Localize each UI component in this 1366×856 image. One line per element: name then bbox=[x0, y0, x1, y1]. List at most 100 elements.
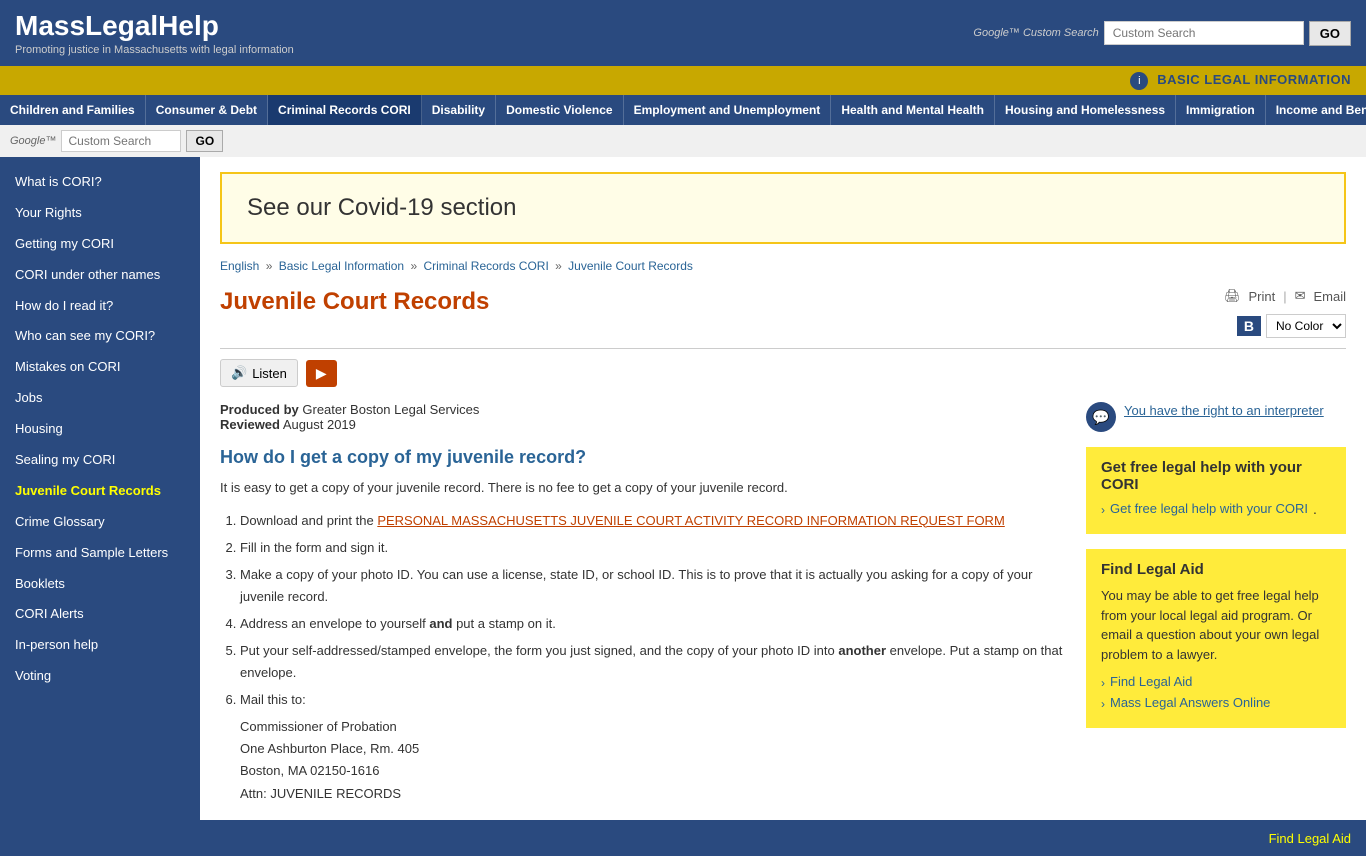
find-legal-aid-arrow: › bbox=[1101, 676, 1105, 690]
nav-item-employment-unemployment[interactable]: Employment and Unemployment bbox=[624, 95, 832, 125]
breadcrumb-sep-3: » bbox=[552, 259, 565, 273]
section-heading: How do I get a copy of my juvenile recor… bbox=[220, 447, 1066, 468]
print-link[interactable]: Print bbox=[1248, 289, 1275, 304]
sub-search-input[interactable] bbox=[61, 130, 181, 152]
mail-line3: Boston, MA 02150-1616 bbox=[240, 763, 380, 778]
sidebar-item-what-is-cori[interactable]: What is CORI? bbox=[0, 167, 200, 198]
free-help-link-text: Get free legal help with your CORI bbox=[1110, 501, 1308, 516]
covid-banner-text: See our Covid-19 section bbox=[247, 194, 1319, 222]
sidebar-item-in-person-help[interactable]: In-person help bbox=[0, 630, 200, 661]
nav-item-immigration[interactable]: Immigration bbox=[1176, 95, 1266, 125]
mass-legal-link[interactable]: Mass Legal Answers Online bbox=[1110, 695, 1270, 710]
find-legal-aid-text: You may be able to get free legal help f… bbox=[1101, 586, 1331, 664]
find-legal-aid-link[interactable]: Find Legal Aid bbox=[1110, 674, 1192, 689]
sidebar-item-housing[interactable]: Housing bbox=[0, 414, 200, 445]
interpreter-box: 💬 You have the right to an interpreter bbox=[1086, 402, 1346, 432]
step-2: Fill in the form and sign it. bbox=[240, 537, 1066, 559]
bold-button[interactable]: B bbox=[1237, 316, 1261, 336]
nav-item-criminal-records-cori[interactable]: Criminal Records CORI bbox=[268, 95, 422, 125]
sidebar-item-cori-other-names[interactable]: CORI under other names bbox=[0, 260, 200, 291]
sub-search-button[interactable]: GO bbox=[186, 130, 223, 152]
email-icon: ✉ bbox=[1295, 288, 1306, 304]
breadcrumb-item-2[interactable]: Criminal Records CORI bbox=[423, 259, 548, 273]
sub-google-label: Google™ bbox=[10, 135, 56, 147]
nav-item-disability[interactable]: Disability bbox=[422, 95, 496, 125]
sidebar-item-who-can-see[interactable]: Who can see my CORI? bbox=[0, 321, 200, 352]
sidebar-item-how-read-it[interactable]: How do I read it? bbox=[0, 291, 200, 322]
sidebar-item-juvenile-court-records[interactable]: Juvenile Court Records bbox=[0, 476, 200, 507]
color-select[interactable]: No Color Yellow Blue Green bbox=[1266, 314, 1346, 338]
request-form-link[interactable]: PERSONAL MASSACHUSETTS JUVENILE COURT AC… bbox=[377, 513, 1004, 528]
sidebar-item-forms-sample-letters[interactable]: Forms and Sample Letters bbox=[0, 538, 200, 569]
bli-link[interactable]: BASIC LEGAL INFORMATION bbox=[1157, 72, 1351, 87]
nav-item-domestic-violence[interactable]: Domestic Violence bbox=[496, 95, 624, 125]
mail-line1: Commissioner of Probation bbox=[240, 719, 397, 734]
mail-address: Commissioner of Probation One Ashburton … bbox=[240, 716, 1066, 804]
nav-item-housing-homelessness[interactable]: Housing and Homelessness bbox=[995, 95, 1176, 125]
free-help-arrow: › bbox=[1101, 503, 1105, 517]
main-content: See our Covid-19 section English » Basic… bbox=[200, 157, 1366, 820]
listen-button[interactable]: 🔊 Listen bbox=[220, 359, 298, 387]
breadcrumb-item-0[interactable]: English bbox=[220, 259, 259, 273]
produced-by-value: Greater Boston Legal Services bbox=[302, 402, 479, 417]
sidebar-item-booklets[interactable]: Booklets bbox=[0, 569, 200, 600]
sidebar-item-sealing-my-cori[interactable]: Sealing my CORI bbox=[0, 445, 200, 476]
interpreter-icon: 💬 bbox=[1086, 402, 1116, 432]
nav-item-health-mental-health[interactable]: Health and Mental Health bbox=[831, 95, 995, 125]
free-help-link[interactable]: Get free legal help with your CORI bbox=[1110, 501, 1308, 516]
nav-item-income-benefits[interactable]: Income and Benefits bbox=[1266, 95, 1366, 125]
header-search-input[interactable] bbox=[1104, 21, 1304, 45]
sidebar: What is CORI?Your RightsGetting my CORIC… bbox=[0, 157, 200, 820]
speaker-icon: 🔊 bbox=[231, 365, 247, 381]
footer-find-legal-aid[interactable]: Find Legal Aid bbox=[1269, 831, 1351, 846]
breadcrumb-sep-2: » bbox=[407, 259, 420, 273]
play-button[interactable]: ▶ bbox=[306, 360, 337, 387]
main-nav: Children and FamiliesConsumer & DebtCrim… bbox=[0, 95, 1366, 125]
free-help-link-item: › Get free legal help with your CORI . bbox=[1101, 501, 1331, 517]
interpreter-link[interactable]: You have the right to an interpreter bbox=[1124, 402, 1324, 420]
mass-legal-arrow: › bbox=[1101, 697, 1105, 711]
free-help-title: Get free legal help with your CORI bbox=[1101, 459, 1331, 493]
nav-item-children-families[interactable]: Children and Families bbox=[0, 95, 146, 125]
google-label: Google™ Custom Search bbox=[973, 27, 1098, 39]
email-link[interactable]: Email bbox=[1313, 289, 1346, 304]
content-area: Produced by Greater Boston Legal Service… bbox=[220, 402, 1346, 805]
free-help-box: Get free legal help with your CORI › Get… bbox=[1086, 447, 1346, 534]
step-5: Put your self-addressed/stamped envelope… bbox=[240, 640, 1066, 684]
sub-search-bar: Google™ GO bbox=[0, 125, 1366, 157]
breadcrumb-item-3[interactable]: Juvenile Court Records bbox=[568, 259, 693, 273]
sidebar-item-your-rights[interactable]: Your Rights bbox=[0, 198, 200, 229]
divider bbox=[220, 348, 1346, 349]
sidebar-item-crime-glossary[interactable]: Crime Glossary bbox=[0, 507, 200, 538]
reviewed-value: August 2019 bbox=[283, 417, 356, 432]
site-footer: Find Legal Aid bbox=[0, 820, 1366, 856]
title-actions: 🖨 Print | ✉ Email B No Color Yellow Blue… bbox=[1224, 288, 1346, 338]
steps-list: Download and print the PERSONAL MASSACHU… bbox=[240, 510, 1066, 712]
find-legal-aid-title: Find Legal Aid bbox=[1101, 561, 1331, 578]
page-title: Juvenile Court Records bbox=[220, 288, 489, 316]
sidebar-item-jobs[interactable]: Jobs bbox=[0, 383, 200, 414]
find-legal-aid-link-item: › Find Legal Aid bbox=[1101, 674, 1331, 690]
sidebar-item-cori-alerts[interactable]: CORI Alerts bbox=[0, 599, 200, 630]
site-title[interactable]: MassLegalHelp bbox=[15, 10, 294, 42]
sidebar-item-voting[interactable]: Voting bbox=[0, 661, 200, 692]
reviewed-label: Reviewed bbox=[220, 417, 280, 432]
separator: | bbox=[1283, 289, 1286, 304]
listen-label: Listen bbox=[252, 366, 287, 381]
sidebar-item-getting-my-cori[interactable]: Getting my CORI bbox=[0, 229, 200, 260]
logo-area: MassLegalHelp Promoting justice in Massa… bbox=[15, 10, 294, 56]
nav-item-consumer-debt[interactable]: Consumer & Debt bbox=[146, 95, 268, 125]
header-search-button[interactable]: GO bbox=[1309, 21, 1351, 46]
step-4: Address an envelope to yourself and put … bbox=[240, 613, 1066, 635]
title-area: Juvenile Court Records 🖨 Print | ✉ Email… bbox=[220, 288, 1346, 338]
site-header: MassLegalHelp Promoting justice in Massa… bbox=[0, 0, 1366, 66]
header-search-area: Google™ Custom Search GO bbox=[973, 21, 1351, 46]
sidebar-item-mistakes-on-cori[interactable]: Mistakes on CORI bbox=[0, 352, 200, 383]
mail-line4: Attn: JUVENILE RECORDS bbox=[240, 786, 401, 801]
intro-text: It is easy to get a copy of your juvenil… bbox=[220, 478, 1066, 498]
mass-legal-link-item: › Mass Legal Answers Online bbox=[1101, 695, 1331, 711]
produced-by-label: Produced by bbox=[220, 402, 299, 417]
article: Produced by Greater Boston Legal Service… bbox=[220, 402, 1066, 805]
covid-banner[interactable]: See our Covid-19 section bbox=[220, 172, 1346, 244]
breadcrumb-item-1[interactable]: Basic Legal Information bbox=[279, 259, 404, 273]
